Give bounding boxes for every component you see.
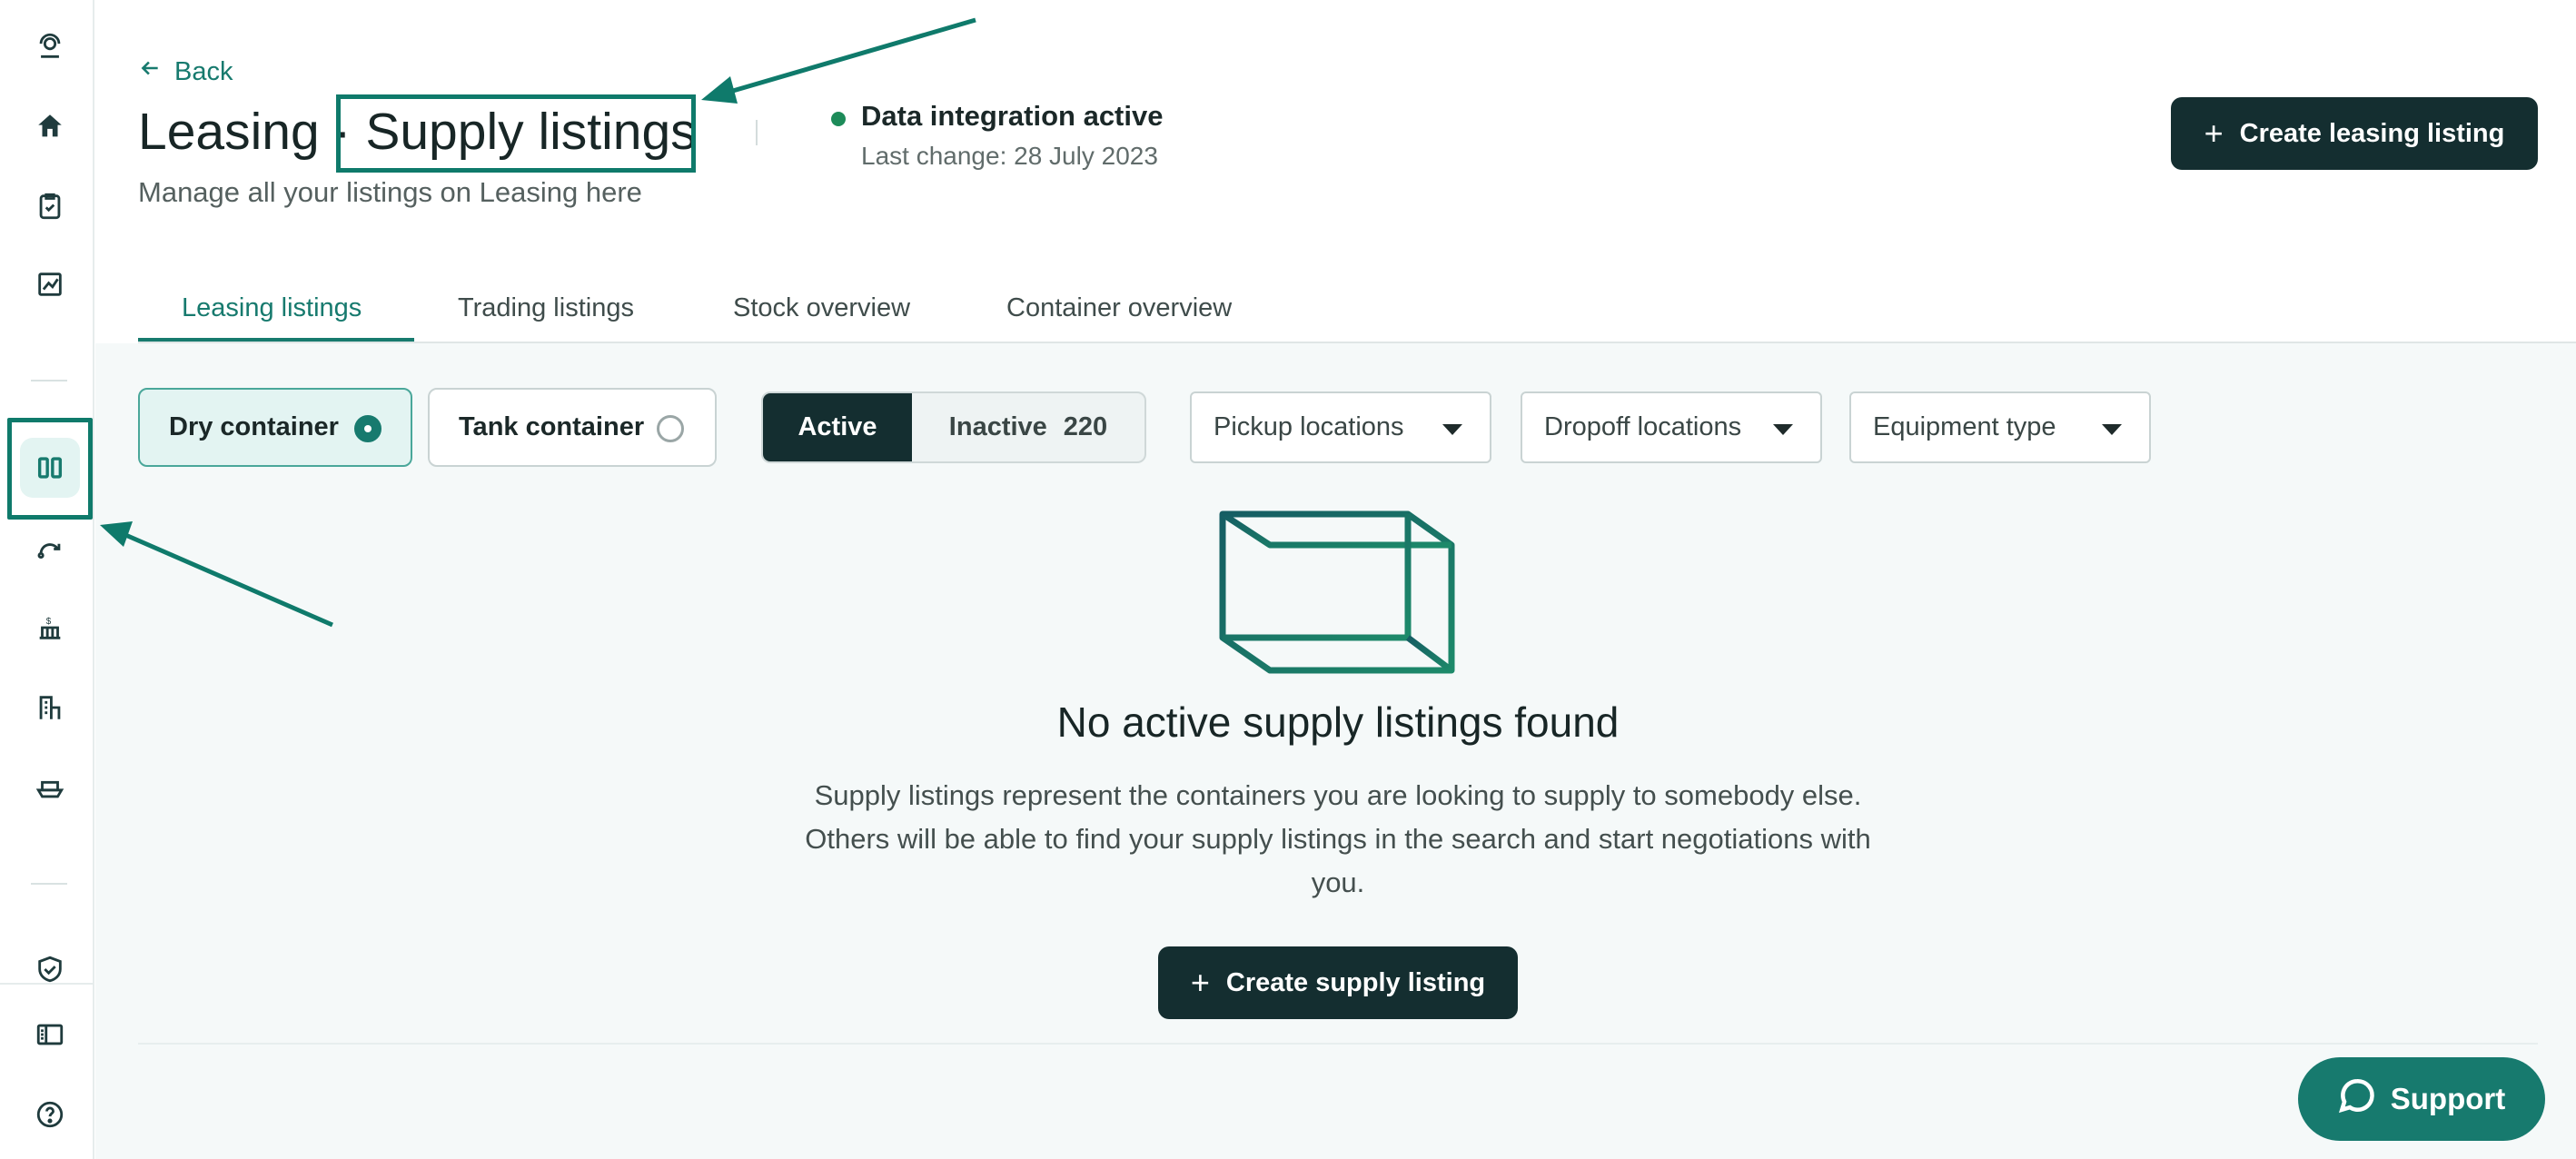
- dry-container-label: Dry container: [169, 412, 339, 441]
- clipboard-check-icon[interactable]: [20, 176, 80, 236]
- create-leasing-listing-label: Create leasing listing: [2239, 118, 2505, 148]
- active-toggle[interactable]: Active: [763, 393, 912, 461]
- caret-down-icon: [1773, 424, 1793, 435]
- pickup-locations-label: Pickup locations: [1214, 412, 1404, 441]
- status-dot: [831, 112, 846, 126]
- sidebar: $: [0, 0, 94, 1159]
- empty-state-title: No active supply listings found: [1056, 698, 1620, 746]
- dry-container-option[interactable]: Dry container: [138, 388, 412, 467]
- annotation-box-sidebar: [7, 418, 93, 520]
- sidebar-toggle-icon[interactable]: [20, 1005, 80, 1065]
- inactive-label: Inactive: [948, 412, 1047, 441]
- tab-leasing-listings[interactable]: Leasing listings: [182, 272, 362, 343]
- plus-icon: +: [1190, 964, 1210, 1001]
- annotation-box-title: [336, 94, 696, 173]
- home-icon[interactable]: [20, 96, 80, 156]
- empty-state-description: Supply listings represent the containers…: [805, 779, 1871, 898]
- tank-container-label: Tank container: [459, 412, 645, 441]
- svg-text:$: $: [46, 617, 52, 627]
- page-subtitle: Manage all your listings on Leasing here: [138, 176, 642, 208]
- ship-icon[interactable]: [20, 758, 80, 817]
- user-headset-icon[interactable]: [20, 16, 80, 76]
- support-button[interactable]: Support: [2298, 1057, 2545, 1141]
- inactive-toggle[interactable]: Inactive 220: [912, 393, 1144, 461]
- radio-empty-icon: [657, 415, 684, 442]
- status-toggle: Active Inactive 220: [761, 391, 1146, 463]
- tab-trading-listings[interactable]: Trading listings: [458, 272, 634, 343]
- shield-check-icon[interactable]: [20, 939, 80, 999]
- content-divider: [138, 1043, 2538, 1045]
- chart-icon[interactable]: [20, 254, 80, 314]
- annotation-arrowhead-title: [701, 76, 738, 104]
- equipment-type-label: Equipment type: [1873, 412, 2056, 441]
- arrow-left-icon: [138, 56, 162, 87]
- tab-container-overview[interactable]: Container overview: [1006, 272, 1232, 343]
- caret-down-icon: [1442, 424, 1462, 435]
- inactive-count: 220: [1063, 412, 1108, 441]
- route-icon[interactable]: [20, 518, 80, 578]
- integration-status: Data integration active: [861, 100, 1164, 132]
- sidebar-footer-divider: [0, 983, 94, 985]
- support-label: Support: [2390, 1082, 2506, 1115]
- sidebar-divider: [31, 380, 67, 381]
- pickup-locations-dropdown[interactable]: Pickup locations: [1190, 391, 1491, 463]
- back-label: Back: [174, 56, 233, 86]
- equipment-type-dropdown[interactable]: Equipment type: [1849, 391, 2151, 463]
- plus-icon: +: [2204, 114, 2224, 152]
- sidebar-divider: [31, 883, 67, 885]
- dropoff-locations-label: Dropoff locations: [1544, 412, 1742, 441]
- help-icon[interactable]: [20, 1085, 80, 1144]
- create-supply-listing-button[interactable]: + Create supply listing: [1158, 946, 1518, 1019]
- container-illustration: [1219, 510, 1455, 674]
- chat-bubble-icon: [2338, 1076, 2376, 1122]
- tab-stock-overview[interactable]: Stock overview: [733, 272, 910, 343]
- page-title-prefix: Leasing ·: [138, 103, 366, 161]
- active-tab-indicator: [138, 338, 414, 342]
- tank-container-option[interactable]: Tank container: [428, 388, 717, 467]
- header-separator: [756, 120, 758, 145]
- dropoff-locations-dropdown[interactable]: Dropoff locations: [1521, 391, 1822, 463]
- pricing-icon[interactable]: $: [20, 598, 80, 658]
- annotation-arrow-title: [726, 17, 976, 95]
- caret-down-icon: [2102, 424, 2122, 435]
- back-link[interactable]: Back: [138, 56, 233, 87]
- radio-selected-icon: [354, 415, 381, 442]
- create-leasing-listing-button[interactable]: + Create leasing listing: [2171, 97, 2538, 170]
- last-change: Last change: 28 July 2023: [861, 142, 1158, 170]
- create-supply-listing-label: Create supply listing: [1225, 967, 1486, 997]
